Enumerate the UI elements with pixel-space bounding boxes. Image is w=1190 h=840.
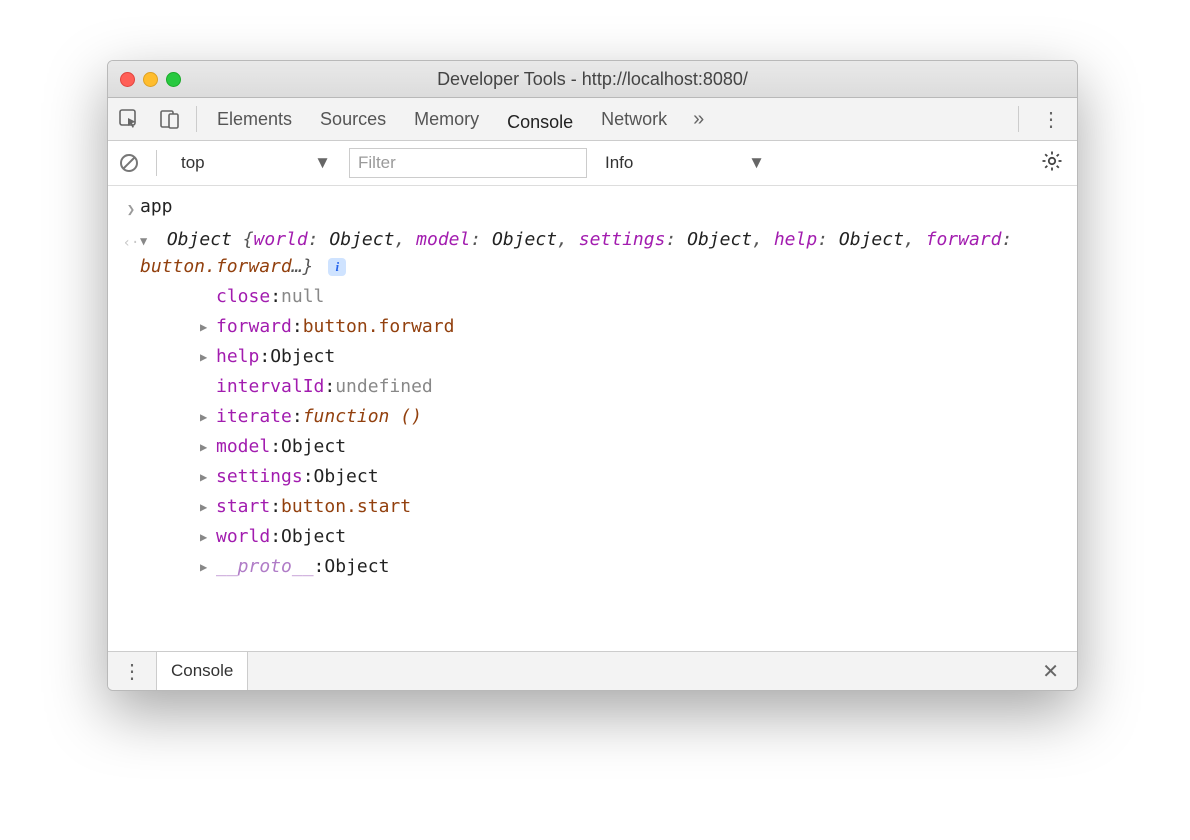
object-property[interactable]: ▶__proto__: Object [110, 552, 1075, 582]
property-value: button.start [281, 494, 411, 520]
tabbar-divider-right [1018, 106, 1019, 132]
execution-context-selector[interactable]: top ▼ [173, 149, 339, 177]
window-close-button[interactable] [120, 72, 135, 87]
object-property: close: null [110, 282, 1075, 312]
result-icon: ‹· [122, 227, 140, 256]
console-settings-icon[interactable] [1037, 150, 1067, 177]
property-value: button.forward [303, 314, 455, 340]
expand-toggle-icon[interactable]: ▶ [200, 404, 216, 430]
object-property[interactable]: ▶model: Object [110, 432, 1075, 462]
object-property[interactable]: ▶settings: Object [110, 462, 1075, 492]
dropdown-arrow-icon: ▼ [748, 153, 765, 173]
console-output: ❯ app ‹· ▼ Object {world: Object, model:… [108, 186, 1077, 651]
drawer-menu-icon[interactable]: ⋮ [108, 659, 156, 684]
object-property[interactable]: ▶help: Object [110, 342, 1075, 372]
expand-toggle-icon[interactable]: ▶ [200, 434, 216, 460]
toolbar-divider [156, 150, 157, 176]
devtools-window: Developer Tools - http://localhost:8080/… [107, 60, 1078, 691]
dropdown-arrow-icon: ▼ [314, 153, 331, 173]
property-key: world [216, 524, 270, 550]
property-value: Object [314, 464, 379, 490]
property-value: Object [281, 434, 346, 460]
object-property[interactable]: ▶iterate: function () [110, 402, 1075, 432]
console-filter-input[interactable] [349, 148, 587, 178]
property-key: intervalId [216, 374, 324, 400]
inspect-element-icon[interactable] [108, 98, 150, 140]
expand-toggle-icon[interactable]: ▶ [200, 464, 216, 490]
property-value: Object [270, 344, 335, 370]
drawer-tab-console[interactable]: Console [156, 651, 248, 690]
property-key: iterate [216, 404, 292, 430]
tabbar-divider [196, 106, 197, 132]
devtools-tabbar: ElementsSourcesMemoryConsoleNetwork » ⋮ [108, 98, 1077, 141]
devtools-menu-icon[interactable]: ⋮ [1025, 107, 1077, 132]
tabs-overflow-icon[interactable]: » [681, 108, 716, 131]
log-level-label: Info [605, 153, 633, 173]
info-badge-icon[interactable]: i [328, 258, 346, 276]
execution-context-label: top [181, 153, 205, 173]
console-input-row[interactable]: ❯ app [110, 192, 1075, 225]
log-level-selector[interactable]: Info ▼ [597, 149, 773, 177]
property-value: function () [303, 404, 422, 430]
property-key: close [216, 284, 270, 310]
tab-console[interactable]: Console [493, 98, 587, 146]
prompt-icon: ❯ [122, 194, 140, 223]
window-zoom-button[interactable] [166, 72, 181, 87]
device-toolbar-icon[interactable] [150, 98, 190, 140]
window-titlebar: Developer Tools - http://localhost:8080/ [108, 61, 1077, 98]
property-key: forward [216, 314, 292, 340]
property-key: help [216, 344, 259, 370]
expand-toggle-icon[interactable]: ▶ [200, 344, 216, 370]
tab-sources[interactable]: Sources [306, 98, 400, 140]
tab-elements[interactable]: Elements [203, 98, 306, 140]
object-property[interactable]: ▶start: button.start [110, 492, 1075, 522]
property-value: undefined [335, 374, 433, 400]
property-value: null [281, 284, 324, 310]
expand-toggle-icon[interactable]: ▼ [140, 228, 156, 254]
object-property: intervalId: undefined [110, 372, 1075, 402]
console-result-row[interactable]: ‹· ▼ Object {world: Object, model: Objec… [110, 225, 1075, 282]
property-value: Object [281, 524, 346, 550]
console-input-text: app [140, 194, 173, 220]
expand-toggle-icon[interactable]: ▶ [200, 494, 216, 520]
window-title: Developer Tools - http://localhost:8080/ [108, 69, 1077, 90]
drawer-tab-label: Console [171, 661, 233, 681]
expand-toggle-icon[interactable]: ▶ [200, 554, 216, 580]
property-value: Object [324, 554, 389, 580]
window-minimize-button[interactable] [143, 72, 158, 87]
property-key: start [216, 494, 270, 520]
tabs-container: ElementsSourcesMemoryConsoleNetwork [203, 98, 681, 140]
tab-network[interactable]: Network [587, 98, 681, 140]
drawer-close-icon[interactable]: ✕ [1024, 659, 1077, 684]
devtools-drawer: ⋮ Console ✕ [108, 651, 1077, 690]
console-toolbar: top ▼ Info ▼ [108, 141, 1077, 186]
object-properties: close: null▶forward: button.forward▶help… [110, 282, 1075, 582]
expand-toggle-icon[interactable]: ▶ [200, 314, 216, 340]
object-property[interactable]: ▶world: Object [110, 522, 1075, 552]
window-traffic-lights [108, 72, 181, 87]
property-key: settings [216, 464, 303, 490]
property-key: __proto__ [216, 554, 314, 580]
tab-memory[interactable]: Memory [400, 98, 493, 140]
expand-toggle-icon[interactable]: ▶ [200, 524, 216, 550]
property-key: model [216, 434, 270, 460]
object-property[interactable]: ▶forward: button.forward [110, 312, 1075, 342]
object-preview: Object {world: Object, model: Object, se… [140, 229, 1012, 277]
clear-console-icon[interactable] [118, 152, 140, 174]
